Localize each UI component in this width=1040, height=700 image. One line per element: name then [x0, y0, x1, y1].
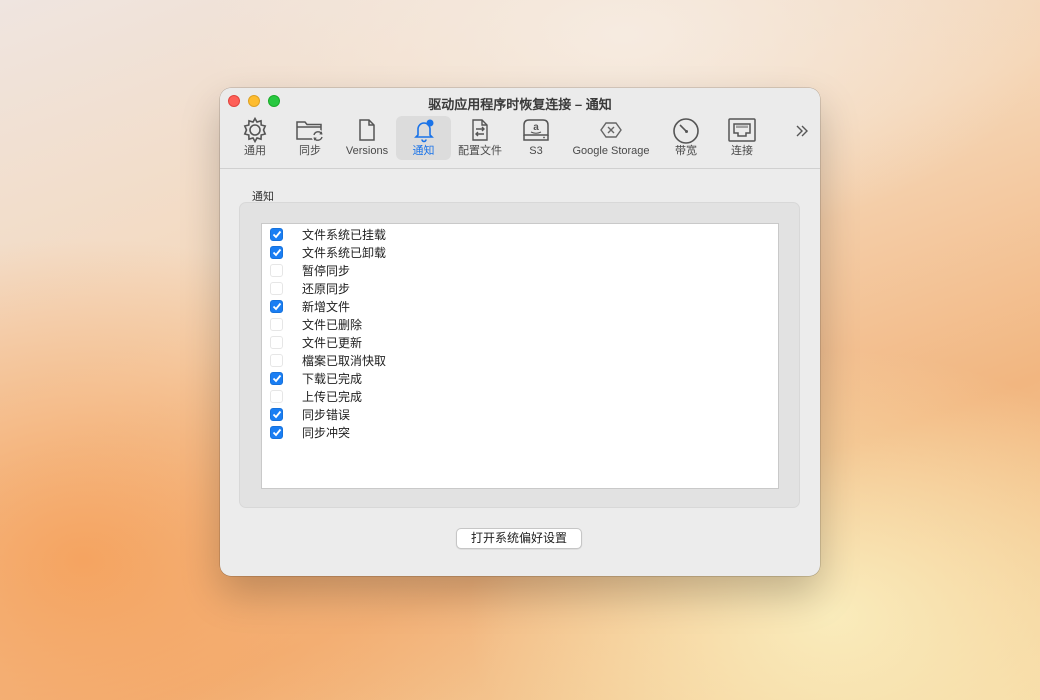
tab-profiles-label: 配置文件: [458, 145, 502, 157]
amazon-drive-icon: a: [516, 116, 556, 144]
checkbox[interactable]: [270, 371, 283, 385]
preferences-window: 驱动应用程序时恢复连接 – 通知 通用 同步 Versions 通知 配置文件 …: [220, 88, 820, 576]
titlebar: 驱动应用程序时恢复连接 – 通知 通用 同步 Versions 通知 配置文件 …: [220, 88, 820, 169]
tab-google-storage[interactable]: Google Storage: [566, 116, 656, 160]
list-item[interactable]: 新增文件: [262, 297, 350, 315]
tab-notifications[interactable]: 通知: [396, 116, 451, 160]
tab-general-label: 通用: [244, 145, 266, 157]
list-item[interactable]: 文件已删除: [262, 315, 362, 333]
list-item-label: 还原同步: [302, 281, 351, 296]
google-cloud-icon: [566, 116, 656, 144]
gear-icon: [232, 116, 278, 144]
checkbox[interactable]: [270, 317, 283, 331]
checkbox[interactable]: [270, 389, 283, 403]
list-item[interactable]: 文件系统已挂载: [262, 225, 386, 243]
checkbox[interactable]: [270, 281, 283, 295]
notification-list: 文件系统已挂载 文件系统已卸载 暂停同步 还原同步 新增文件 文件已删除 文件已…: [261, 223, 779, 489]
checkbox[interactable]: [270, 245, 283, 259]
tab-notifications-label: 通知: [412, 145, 435, 157]
svg-text:a: a: [533, 122, 539, 133]
tab-profiles[interactable]: 配置文件: [456, 116, 504, 160]
speedometer-icon: [664, 116, 708, 144]
list-item[interactable]: 同步冲突: [262, 423, 350, 441]
list-item[interactable]: 文件系统已卸载: [262, 243, 386, 261]
checkbox[interactable]: [270, 227, 283, 241]
list-item[interactable]: 下载已完成: [262, 369, 362, 387]
tab-versions-label: Versions: [345, 145, 389, 157]
tab-sync-label: 同步: [299, 145, 321, 157]
list-item[interactable]: 还原同步: [262, 279, 350, 297]
list-item-label: 同步冲突: [302, 425, 351, 440]
tab-sync[interactable]: 同步: [288, 116, 332, 160]
list-item-label: 新增文件: [302, 299, 351, 314]
tab-connection-label: 连接: [731, 145, 753, 157]
tab-google-storage-label: Google Storage: [572, 145, 650, 157]
list-item[interactable]: 上传已完成: [262, 387, 362, 405]
list-item-label: 暂停同步: [302, 263, 351, 278]
list-item[interactable]: 文件已更新: [262, 333, 362, 351]
toolbar: 通用 同步 Versions 通知 配置文件 a S3 Google Stora…: [220, 115, 820, 163]
window-title: 驱动应用程序时恢复连接 – 通知: [428, 97, 612, 112]
document-icon: [342, 116, 392, 144]
list-item-label: 文件系统已挂载: [302, 227, 387, 242]
open-system-preferences-button[interactable]: 打开系统偏好设置: [456, 528, 582, 549]
list-item-label: 文件已更新: [302, 335, 363, 350]
tab-general[interactable]: 通用: [232, 116, 278, 160]
ethernet-port-icon: [720, 116, 764, 144]
tab-connection[interactable]: 连接: [720, 116, 764, 160]
tab-versions[interactable]: Versions: [342, 116, 392, 160]
checkbox[interactable]: [270, 407, 283, 421]
folder-sync-icon: [288, 116, 332, 144]
list-item-label: 文件系统已卸载: [302, 245, 387, 260]
profile-file-icon: [456, 116, 504, 144]
tab-bandwidth[interactable]: 带宽: [664, 116, 708, 160]
checkbox[interactable]: [270, 335, 283, 349]
checkbox[interactable]: [270, 425, 283, 439]
list-item[interactable]: 同步错误: [262, 405, 350, 423]
double-chevron-right-icon[interactable]: [794, 121, 810, 147]
bell-badge-icon: [396, 116, 451, 144]
list-item-label: 同步错误: [302, 407, 351, 422]
list-item[interactable]: 檔案已取消快取: [262, 351, 386, 369]
list-item-label: 檔案已取消快取: [302, 353, 387, 368]
checkbox[interactable]: [270, 353, 283, 367]
tab-bandwidth-label: 带宽: [675, 145, 697, 157]
list-item-label: 下载已完成: [302, 371, 363, 386]
checkbox[interactable]: [270, 299, 283, 313]
tab-s3[interactable]: a S3: [516, 116, 556, 160]
list-item[interactable]: 暂停同步: [262, 261, 350, 279]
list-item-label: 文件已删除: [302, 317, 363, 332]
checkbox[interactable]: [270, 263, 283, 277]
tab-s3-label: S3: [529, 145, 543, 157]
list-item-label: 上传已完成: [302, 389, 363, 404]
